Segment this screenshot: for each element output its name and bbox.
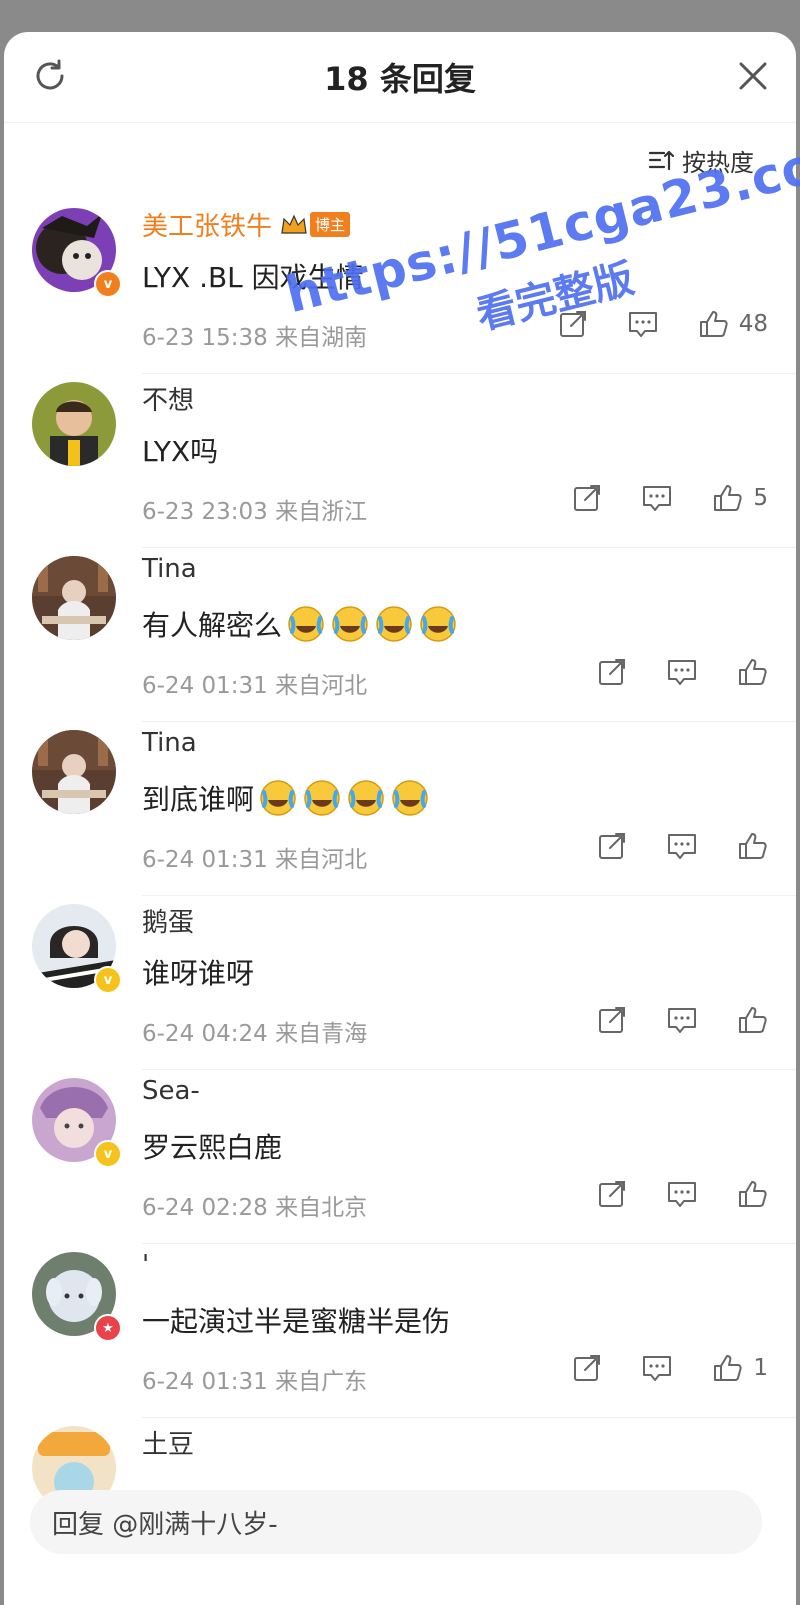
share-icon[interactable] (596, 830, 628, 862)
like-button[interactable] (736, 1178, 768, 1210)
comment-icon[interactable] (666, 1004, 698, 1036)
close-icon[interactable] (736, 59, 770, 93)
share-icon[interactable] (596, 1178, 628, 1210)
comment-text: 谁呀谁呀 (142, 957, 255, 990)
like-count: 5 (753, 485, 768, 511)
comment-meta: 6-24 04:24 来自青海 (142, 1021, 368, 1047)
comment-actions (596, 830, 768, 862)
comment-meta: 6-24 01:31 来自河北 (142, 847, 368, 873)
like-count: 1 (753, 1355, 768, 1381)
list-item: v Sea- 罗云熙白鹿 6-24 02:28 来自北京 (4, 1070, 796, 1244)
list-item: Tina 有人解密么 6-24 01:31 来自河北 (4, 548, 796, 722)
laugh-cry-emoji-icon (304, 780, 340, 816)
comment-actions (596, 1178, 768, 1210)
share-icon[interactable] (571, 482, 603, 514)
reply-placeholder: 回复 @刚满十八岁- (52, 1509, 278, 1540)
laugh-cry-emoji-icon (420, 606, 456, 642)
list-item: ★ ' 一起演过半是蜜糖半是伤 6-24 01:31 来自广东 1 (4, 1244, 796, 1418)
avatar[interactable] (32, 382, 116, 466)
comment-author[interactable]: 鹅蛋 (142, 902, 194, 939)
comment-actions (596, 1004, 768, 1036)
reply-input[interactable]: 回复 @刚满十八岁- (30, 1490, 762, 1554)
sort-icon (648, 150, 674, 171)
comment-author[interactable]: Sea- (142, 1076, 200, 1106)
like-button[interactable] (736, 830, 768, 862)
comment-actions: 1 (571, 1352, 768, 1384)
thumbs-up-icon (739, 833, 767, 859)
thumbs-up-icon (739, 1181, 767, 1207)
laugh-cry-emoji-icon (332, 606, 368, 642)
verified-badge-icon: v (94, 1140, 122, 1168)
verified-badge-icon: v (94, 966, 122, 994)
verified-badge-icon: ★ (94, 1314, 122, 1342)
comment-text: LYX吗 (142, 435, 219, 468)
comment-icon[interactable] (641, 482, 673, 514)
comment-author[interactable]: 土豆 (142, 1424, 194, 1461)
verified-badge-icon: v (94, 270, 122, 298)
share-icon[interactable] (571, 1352, 603, 1384)
avatar[interactable] (32, 556, 116, 640)
crown-icon (281, 214, 307, 234)
page-title: 18 条回复 (324, 60, 476, 98)
like-button[interactable]: 5 (711, 482, 768, 514)
comment-icon[interactable] (666, 656, 698, 688)
comment-meta: 6-24 01:31 来自广东 (142, 1369, 368, 1395)
laugh-cry-emoji-icon (376, 606, 412, 642)
comment-author[interactable]: Tina (142, 728, 197, 758)
sheet-header: 18 条回复 (4, 32, 796, 123)
comment-author[interactable]: 美工张铁牛 博主 (142, 206, 351, 243)
comment-icon[interactable] (666, 830, 698, 862)
comment-actions (596, 656, 768, 688)
like-button[interactable] (736, 1004, 768, 1036)
comment-text: 罗云熙白鹿 (142, 1131, 283, 1164)
list-item: v 鹅蛋 谁呀谁呀 6-24 04:24 来自青海 (4, 896, 796, 1070)
thumbs-up-icon (714, 1355, 742, 1381)
thumbs-up-icon (739, 1007, 767, 1033)
comment-text: 有人解密么 (142, 604, 458, 644)
comment-icon[interactable] (641, 1352, 673, 1384)
share-icon[interactable] (596, 656, 628, 688)
thumbs-up-icon (739, 659, 767, 685)
comment-author[interactable]: ' (142, 1250, 149, 1280)
laugh-cry-emoji-icon (260, 780, 296, 816)
author-tag: 博主 (280, 212, 351, 237)
avatar[interactable] (32, 730, 116, 814)
comment-actions: 5 (571, 482, 768, 514)
share-icon[interactable] (596, 1004, 628, 1036)
list-item: Tina 到底谁啊 6-24 01:31 来自河北 (4, 722, 796, 896)
like-button[interactable] (736, 656, 768, 688)
thumbs-up-icon (714, 485, 742, 511)
laugh-cry-emoji-icon (348, 780, 384, 816)
comment-author[interactable]: Tina (142, 554, 197, 584)
comment-meta: 6-23 23:03 来自浙江 (142, 499, 368, 525)
comment-icon[interactable] (666, 1178, 698, 1210)
comment-text: 到底谁啊 (142, 778, 430, 818)
comment-text: 一起演过半是蜜糖半是伤 (142, 1305, 451, 1338)
comment-meta: 6-24 02:28 来自北京 (142, 1195, 368, 1221)
laugh-cry-emoji-icon (392, 780, 428, 816)
laugh-cry-emoji-icon (288, 606, 324, 642)
like-button[interactable]: 1 (711, 1352, 768, 1384)
comment-meta: 6-24 01:31 来自河北 (142, 673, 368, 699)
comment-author[interactable]: 不想 (142, 380, 194, 417)
